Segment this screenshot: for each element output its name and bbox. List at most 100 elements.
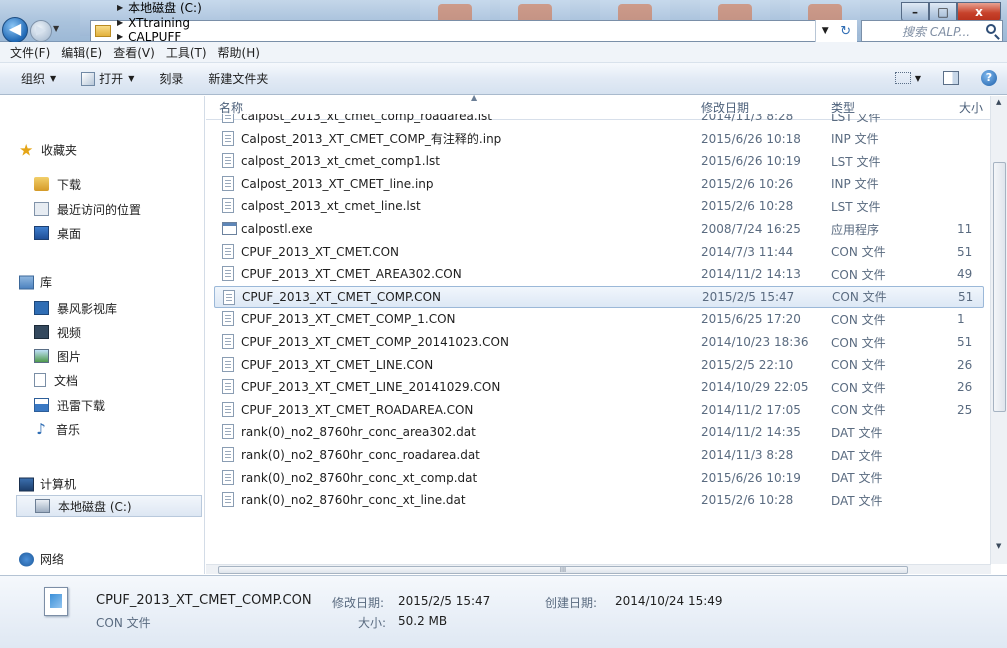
file-icon [222,153,234,169]
nav-item-desktop[interactable]: 桌面 [34,223,81,243]
nav-item-documents[interactable]: 文档 [34,370,78,390]
details-modified-label: 修改日期: [332,596,385,610]
breadcrumb-arrow-icon[interactable]: ▶ [117,3,123,12]
maximize-button[interactable]: □ [929,2,957,22]
file-row[interactable]: rank(0)_no2_8760hr_conc_area302.dat 2014/… [214,421,984,443]
file-icon [222,266,234,282]
file-name: Calpost_2013_XT_CMET_line.inp [241,176,434,191]
nav-item-xunlei[interactable]: 迅雷下载 [34,395,105,415]
file-size: 25 [957,402,973,417]
file-row[interactable]: calpost_2013_xt_cmet_line.lst 2015/2/6 10… [214,195,984,217]
file-type: CON 文件 [831,403,886,418]
file-type: DAT 文件 [831,471,883,486]
file-row[interactable]: CPUF_2013_XT_CMET_ROADAREA.CON 2014/11/2 … [214,399,984,421]
nav-item-music[interactable]: ♪ 音乐 [34,419,80,439]
chevron-down-icon: ▼ [50,74,57,83]
open-button[interactable]: 打开 ▼ [81,70,134,87]
nav-item-downloads[interactable]: 下载 [34,174,81,194]
breadcrumb-arrow-icon[interactable]: ▶ [117,18,123,27]
file-row[interactable]: Calpost_2013_XT_CMET_COMP_有注释的.inp 2015/6… [214,128,984,150]
file-icon [222,401,234,417]
file-name: CPUF_2013_XT_CMET_LINE.CON [241,357,434,372]
file-row[interactable]: rank(0)_no2_8760hr_conc_xt_comp.dat 2015/… [214,467,984,489]
address-bar[interactable]: ▶计算机▶本地磁盘 (C:)▶XTtraining▶CALPUFF▶CALPOS… [90,1,857,81]
file-name: calpost_2013_xt_cmet_line.lst [241,199,421,214]
file-row[interactable]: CPUF_2013_XT_CMET_COMP_20141023.CON 2014/… [214,331,984,353]
file-date: 2015/6/25 17:20 [701,312,801,327]
breadcrumb-arrow-icon[interactable]: ▶ [117,32,123,41]
computer-icon [19,477,34,491]
file-row[interactable]: calpost_2013_xt_cmet_comp1.lst 2015/6/26 … [214,150,984,172]
details-created-label: 创建日期: [545,596,598,610]
video-library-icon [34,301,49,315]
file-row[interactable]: CPUF_2013_XT_CMET_COMP_1.CON 2015/6/25 17… [214,308,984,330]
scroll-down-icon[interactable]: ▼ [996,542,1001,550]
change-view-icon[interactable] [894,72,911,84]
preview-pane-icon[interactable] [943,71,959,85]
recent-pages-dropdown[interactable]: ▼ [53,24,59,33]
file-row[interactable]: rank(0)_no2_8760hr_conc_xt_line.dat 2015/… [214,489,984,511]
back-button[interactable]: ◀ [2,17,28,43]
vertical-scroll-thumb[interactable] [993,162,1006,412]
minimize-button[interactable]: – [901,2,929,22]
breadcrumb-item[interactable]: ▶ XTtraining [117,16,231,30]
nav-item-pictures[interactable]: 图片 [34,346,81,366]
nav-item-baofeng[interactable]: 暴风影视库 [34,298,117,318]
file-row[interactable]: Calpost_2013_XT_CMET_line.inp 2015/2/6 10… [214,173,984,195]
nav-network[interactable]: 网络 [19,551,64,568]
file-name: CPUF_2013_XT_CMET_AREA302.CON [241,267,462,282]
horizontal-scrollbar[interactable]: III [206,564,991,574]
file-size: 1 [957,312,965,327]
file-size: 51 [957,335,973,349]
search-input[interactable]: 搜索 CALP... [861,20,1003,42]
nav-libraries[interactable]: 库 [19,274,52,291]
file-icon [222,114,234,123]
file-row[interactable]: CPUF_2013_XT_CMET_LINE.CON 2015/2/5 22:10… [214,354,984,376]
help-icon[interactable]: ? [981,70,997,86]
star-icon: ★ [19,140,34,159]
file-row[interactable]: CPUF_2013_XT_CMET_LINE_20141029.CON 2014/… [214,376,984,398]
file-name: rank(0)_no2_8760hr_conc_roadarea.dat [241,448,480,462]
vertical-scrollbar[interactable]: ▲ ▼ [990,96,1007,564]
breadcrumb-label: 本地磁盘 (C:) [128,0,202,15]
organize-button[interactable]: 组织 ▼ [21,70,56,87]
close-button[interactable]: x [957,2,1001,22]
refresh-icon[interactable]: ↻ [840,24,851,39]
new-folder-button[interactable]: 新建文件夹 [208,70,268,87]
file-icon [222,424,234,440]
file-row[interactable]: calpost_2013_xt_cmet_comp_roadarea.lst 20… [214,114,984,127]
file-row[interactable]: CPUF_2013_XT_CMET_COMP.CON 2015/2/5 15:47… [214,285,984,308]
search-icon[interactable] [986,24,996,34]
address-dropdown-button[interactable]: ▼ [822,26,829,36]
nav-network-label: 网络 [40,552,65,567]
menu-help[interactable]: 帮助(H) [218,44,260,61]
file-size: 11 [957,222,973,236]
open-label: 打开 [99,72,124,86]
file-row[interactable]: calpostl.exe 2008/7/24 16:25 应用程序 11 [214,218,984,240]
burn-button[interactable]: 刻录 [159,70,183,87]
scroll-up-icon[interactable]: ▲ [996,98,1001,106]
chevron-down-icon[interactable]: ▼ [915,74,921,83]
horizontal-scroll-thumb[interactable]: III [218,566,908,574]
forward-button[interactable]: ▶ [30,20,52,42]
file-row[interactable]: CPUF_2013_XT_CMET_AREA302.CON 2014/11/2 1… [214,263,984,285]
nav-favorites[interactable]: ★ 收藏夹 [19,142,77,159]
breadcrumb-item[interactable]: ▶ 本地磁盘 (C:) [117,0,231,16]
menu-edit[interactable]: 编辑(E) [61,44,102,61]
nav-item-recent-places[interactable]: 最近访问的位置 [34,199,141,219]
menu-tools[interactable]: 工具(T) [166,44,207,61]
menu-file[interactable]: 文件(F) [10,44,50,61]
nav-item-local-disk[interactable]: 本地磁盘 (C:) [16,495,202,517]
menu-view[interactable]: 查看(V) [113,44,155,61]
title-bar: – □ x ◀ ▶ ▼ ▶计算机▶本地磁盘 (C:)▶XTtraining▶CA… [0,0,1007,81]
file-list: calpost_2013_xt_cmet_comp_roadarea.lst 20… [206,114,991,564]
pictures-icon [34,349,49,363]
file-date: 2014/11/2 17:05 [701,402,801,417]
file-size: 49 [957,267,973,282]
file-row[interactable]: CPUF_2013_XT_CMET.CON 2014/7/3 11:44 CON 文… [214,241,984,263]
download-icon [34,398,49,412]
file-name: calpost_2013_xt_cmet_comp_roadarea.lst [241,114,493,123]
file-row[interactable]: rank(0)_no2_8760hr_conc_roadarea.dat 2014… [214,444,984,466]
nav-computer[interactable]: 计算机 [19,476,76,493]
nav-item-videos[interactable]: 视频 [34,322,81,342]
